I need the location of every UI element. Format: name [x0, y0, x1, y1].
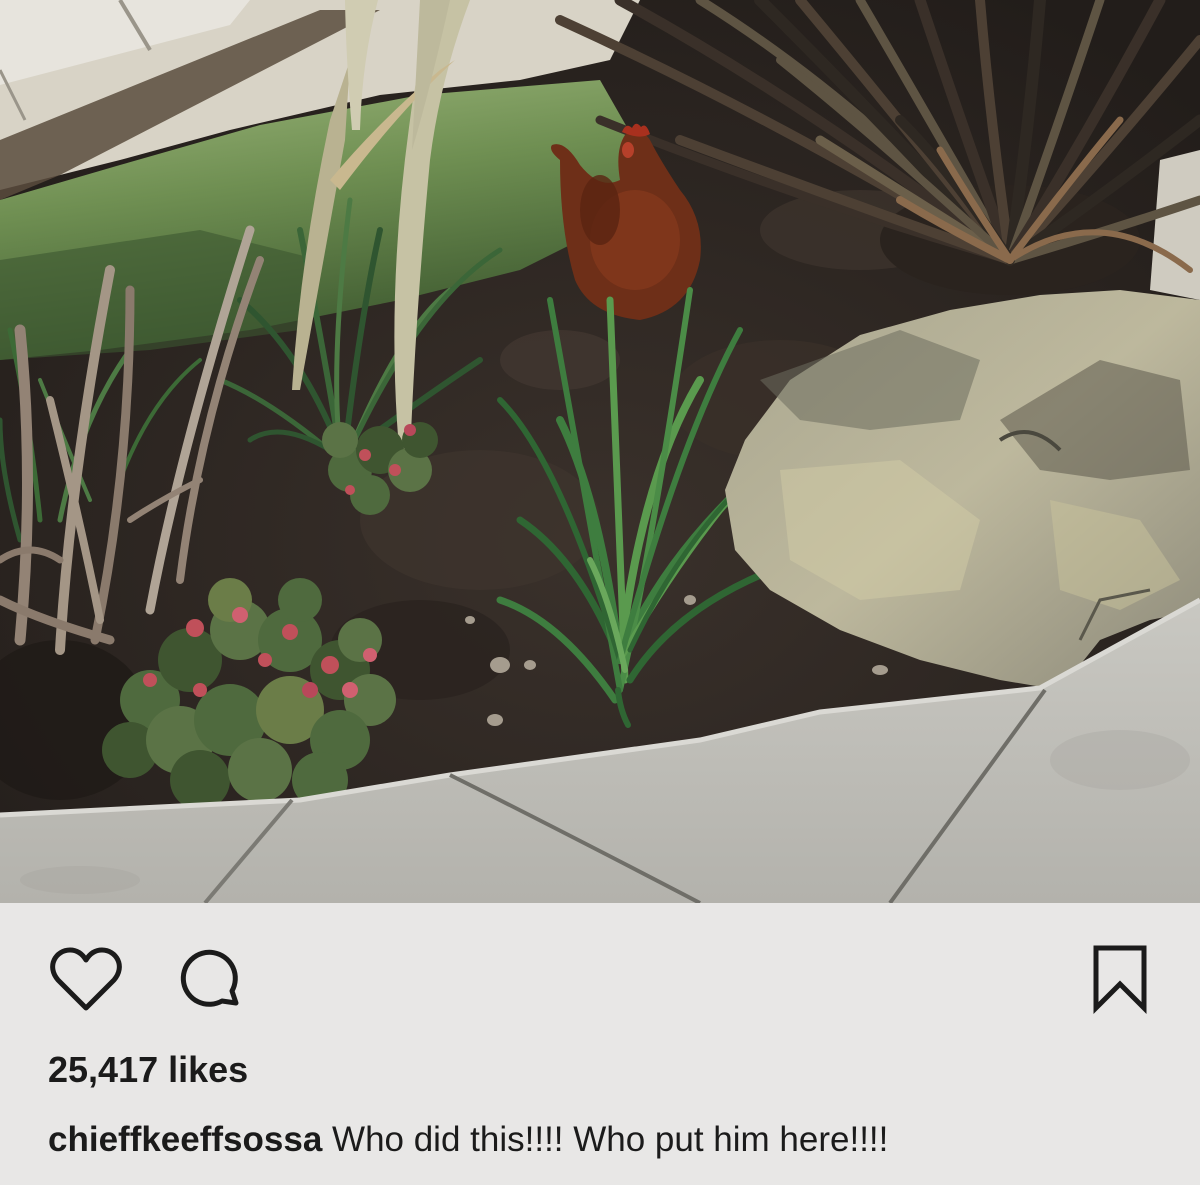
garden-photo: [0, 0, 1200, 903]
like-button[interactable]: [50, 947, 122, 1012]
chicken-wattle: [622, 142, 634, 158]
comment-button[interactable]: [180, 945, 248, 1011]
post-caption: chieffkeeffsossa Who did this!!!! Who pu…: [48, 1115, 888, 1165]
caption-text: Who did this!!!! Who put him here!!!!: [332, 1120, 889, 1159]
post-action-bar: 25,417 likes chieffkeeffsossa Who did th…: [0, 903, 1200, 1185]
heart-icon: [50, 947, 122, 1011]
save-button[interactable]: [1092, 944, 1148, 1015]
comment-icon: [180, 949, 239, 1007]
bookmark-icon: [1093, 945, 1147, 1015]
caption-username[interactable]: chieffkeeffsossa: [48, 1120, 322, 1159]
post-photo[interactable]: [0, 0, 1200, 903]
likes-count[interactable]: 25,417 likes: [48, 1045, 248, 1095]
